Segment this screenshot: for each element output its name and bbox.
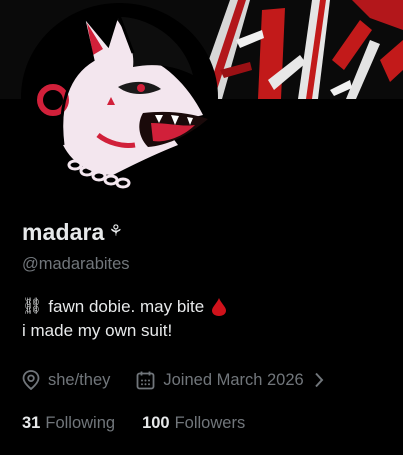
display-name-row: madara ⚘ [22,217,123,247]
calendar-icon [136,371,155,390]
user-handle: @madarabites [22,255,130,273]
bio-line-2-text: i made my own suit! [22,321,173,340]
following-count: 31 [22,413,41,432]
profile-bio: ⛓ fawn dobie. may bite i made my own sui… [22,295,382,343]
chevron-right-icon[interactable] [314,372,324,388]
flower-emoji-icon: ⚘ [108,223,123,240]
profile-meta-row: she/they Joined March 2026 [22,368,324,392]
followers-label: Followers [174,413,246,432]
following-link[interactable]: 31 Following [22,414,115,433]
dog-avatar-art [23,5,216,189]
joined-item: Joined March 2026 [136,370,304,390]
followers-link[interactable]: 100 Followers [142,414,245,433]
bio-line-1-text: fawn dobie. may bite [48,297,205,316]
location-pin-icon [22,370,40,390]
pronouns-text: she/they [48,370,111,389]
followers-count: 100 [142,413,170,432]
profile-avatar[interactable] [21,3,218,191]
display-name: madara [22,218,105,245]
bio-line-1: ⛓ fawn dobie. may bite [22,295,382,319]
bio-line-2: i made my own suit! [22,319,382,343]
pronouns-item: she/they [22,370,110,390]
follow-stats-row: 31 Following 100 Followers [22,412,245,434]
following-label: Following [45,413,116,432]
chain-emoji-icon: ⛓ [22,298,43,315]
blood-drop-icon [212,298,227,316]
profile-page: madara ⚘ @madarabites ⛓ fawn dobie. may … [0,0,403,455]
joined-text: Joined March 2026 [163,370,304,389]
